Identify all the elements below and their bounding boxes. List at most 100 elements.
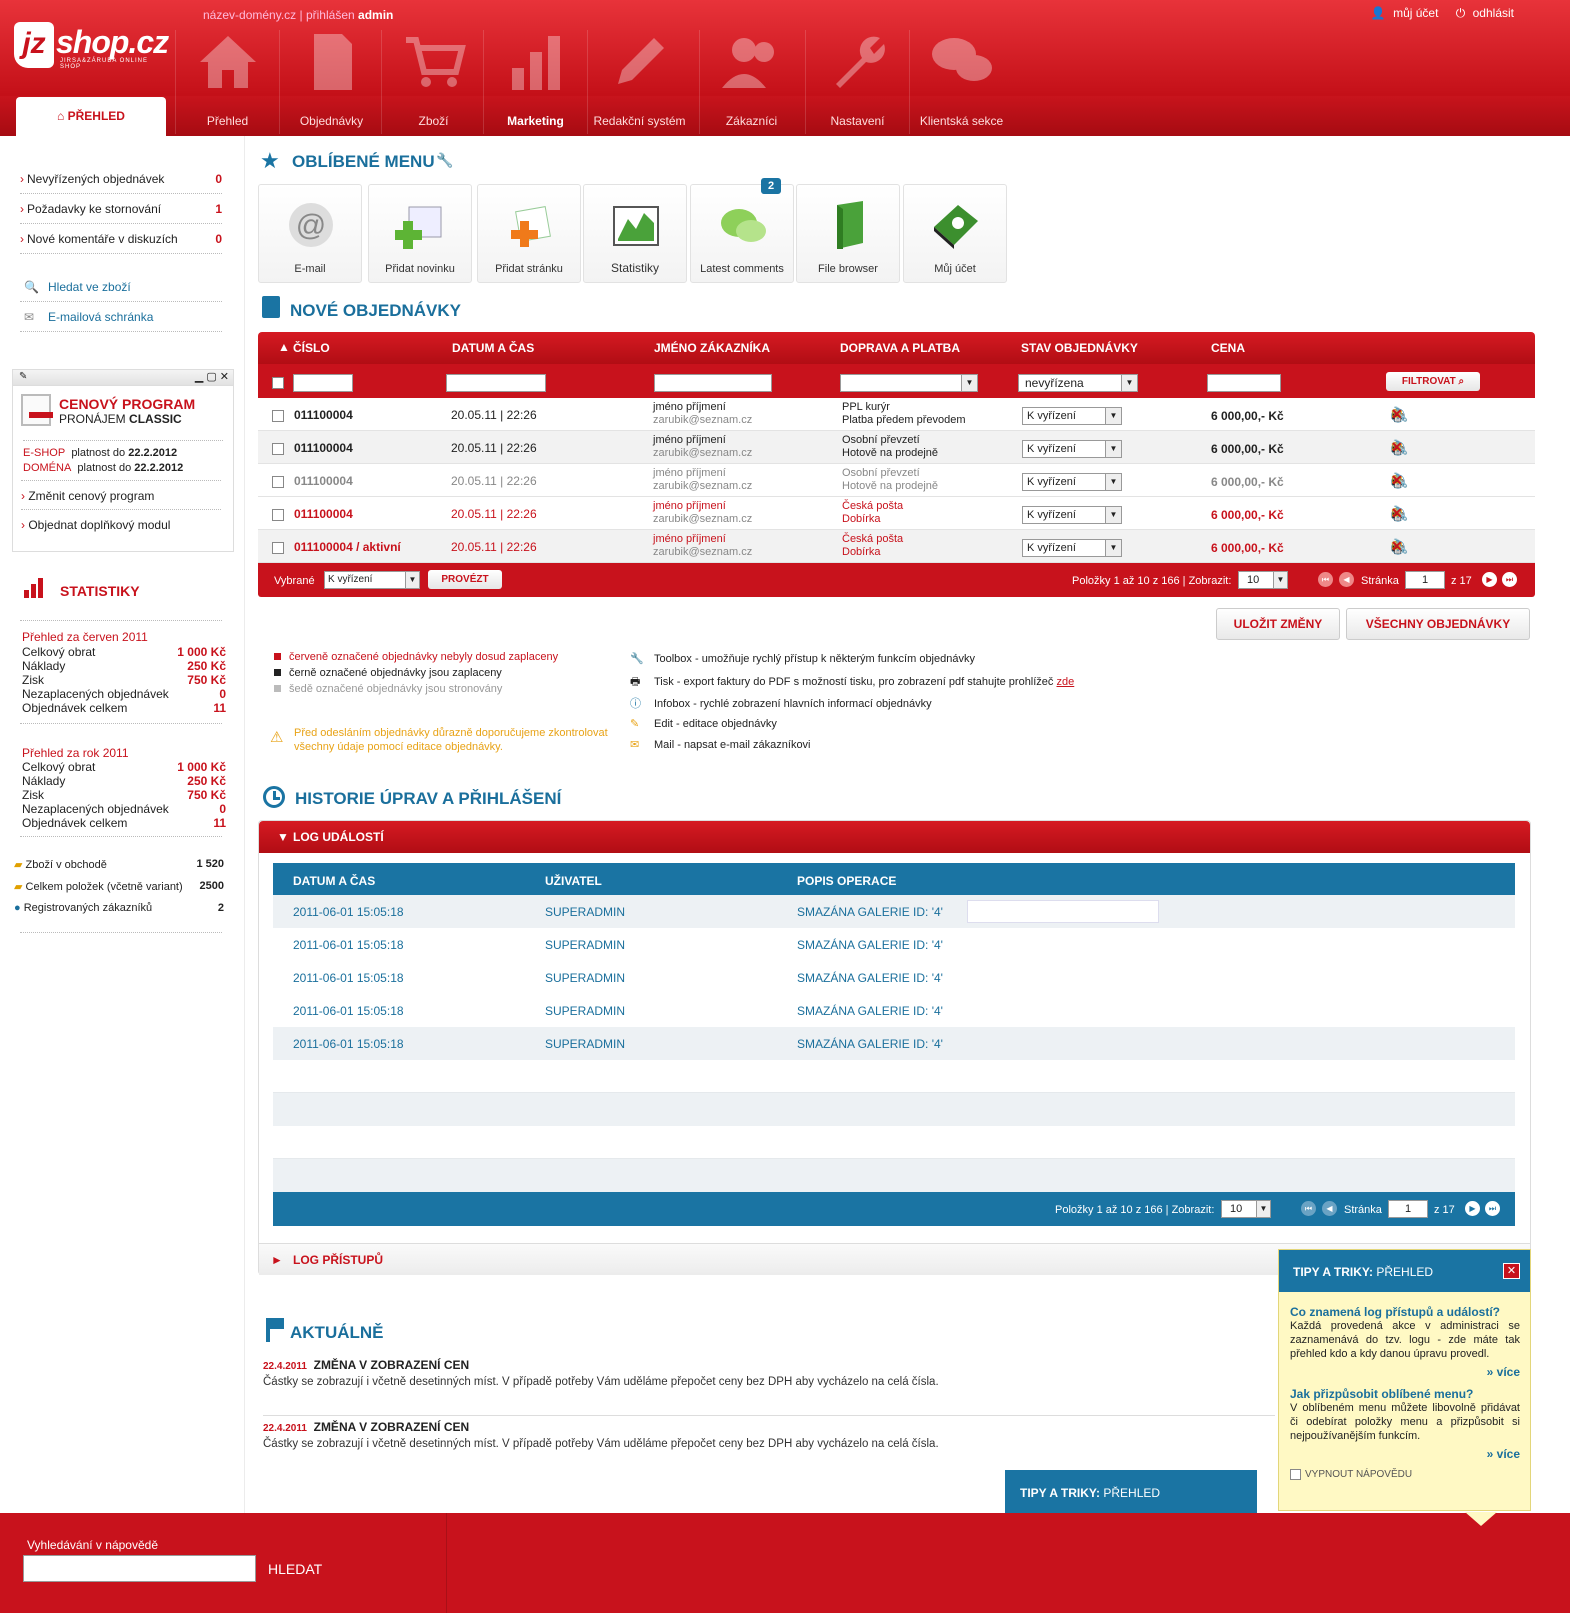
- row-checkbox[interactable]: [272, 509, 284, 521]
- filter-name-input[interactable]: [654, 374, 772, 392]
- nav-nastaveni[interactable]: Nastavení: [805, 30, 909, 134]
- delete-icon[interactable]: ✕: [1391, 472, 1409, 489]
- filter-shipping-select[interactable]: ▼: [840, 374, 978, 392]
- logo[interactable]: jz shop.cz JIRSA&ZÁRUBA ONLINE SHOP: [14, 22, 169, 70]
- filter-price-input[interactable]: [1207, 374, 1281, 392]
- first-page-icon[interactable]: ⏮: [1318, 572, 1333, 587]
- tips-collapsed-bar[interactable]: TIPY A TRIKY: PŘEHLED: [1005, 1470, 1257, 1528]
- sort-asc-icon[interactable]: ▲: [278, 340, 290, 354]
- row-checkbox[interactable]: [272, 542, 284, 554]
- per-page-select[interactable]: 10 ▼: [1221, 1200, 1271, 1218]
- col-header[interactable]: POPIS OPERACE: [797, 874, 896, 888]
- fav-latest-comments[interactable]: 2 Latest comments: [690, 178, 794, 283]
- prev-page-icon[interactable]: ◀: [1322, 1201, 1337, 1216]
- row-input[interactable]: [967, 900, 1159, 923]
- col-header[interactable]: ČÍSLO: [293, 341, 330, 355]
- order-state-select[interactable]: K vyřízení ▼: [1022, 440, 1122, 458]
- domain-name[interactable]: název-domény.cz: [203, 8, 296, 22]
- window-controls-icon[interactable]: ▁ ▢ ✕: [195, 370, 229, 383]
- nav-zbozi[interactable]: Zboží: [381, 30, 485, 134]
- fav-muj-ucet[interactable]: Můj účet: [903, 184, 1007, 283]
- delete-icon[interactable]: ✕: [1391, 538, 1409, 555]
- more-link[interactable]: » více: [1290, 1365, 1520, 1379]
- help-search-button[interactable]: HLEDAT: [268, 1561, 322, 1577]
- fav-statistiky[interactable]: Statistiky: [583, 184, 687, 283]
- order-state-select[interactable]: K vyřízení ▼: [1022, 539, 1122, 557]
- close-icon[interactable]: ✕: [1503, 1263, 1520, 1279]
- order-number[interactable]: 011100004 / aktivní: [294, 540, 401, 554]
- nav-klientska-sekce[interactable]: Klientská sekce: [909, 30, 1013, 134]
- my-account-link[interactable]: můj účet: [1393, 6, 1438, 20]
- row-checkbox[interactable]: [272, 476, 284, 488]
- save-changes-button[interactable]: ULOŽIT ZMĚNY: [1216, 608, 1340, 640]
- fav-email[interactable]: @ E-mail: [258, 184, 362, 283]
- fav-pridat-novinku[interactable]: Přidat novinku: [368, 184, 472, 283]
- disable-help-checkbox[interactable]: VYPNOUT NÁPOVĚDU: [1290, 1469, 1520, 1480]
- all-orders-button[interactable]: VŠECHNY OBJEDNÁVKY: [1346, 608, 1530, 640]
- order-state-select[interactable]: K vyřízení ▼: [1022, 473, 1122, 491]
- fav-file-browser[interactable]: File browser: [796, 184, 900, 283]
- page-input[interactable]: 1: [1405, 571, 1445, 589]
- nav-zakaznici[interactable]: Zákazníci: [699, 30, 803, 134]
- filter-button[interactable]: FILTROVAT ⌕: [1386, 372, 1480, 391]
- delete-icon[interactable]: ✕: [1391, 439, 1409, 456]
- tip-question[interactable]: Jak přizpůsobit oblíbené menu?: [1290, 1387, 1520, 1401]
- sidebar-counter-nevyrizene[interactable]: › Nevyřízených objednávek 0: [20, 164, 222, 194]
- first-page-icon[interactable]: ⏮: [1301, 1201, 1316, 1216]
- table-row[interactable]: 011100004 / aktivní 20.05.11 | 22:26 jmé…: [258, 530, 1535, 563]
- more-link[interactable]: » více: [1290, 1447, 1520, 1461]
- table-row[interactable]: 011100004 20.05.11 | 22:26 jméno příjmen…: [258, 431, 1535, 464]
- sidebar-counter-storno[interactable]: › Požadavky ke stornování 1: [20, 194, 222, 224]
- nav-marketing[interactable]: Marketing: [483, 30, 587, 134]
- logout-link[interactable]: odhlásit: [1473, 6, 1514, 20]
- table-row[interactable]: 011100004 20.05.11 | 22:26 jméno příjmen…: [258, 497, 1535, 530]
- filter-number-input[interactable]: [293, 374, 353, 392]
- table-row[interactable]: 011100004 20.05.11 | 22:26 jméno příjmen…: [258, 398, 1535, 431]
- page-input[interactable]: 1: [1388, 1200, 1428, 1218]
- filter-state-select[interactable]: nevyřízena ▼: [1018, 374, 1138, 392]
- sidebar-link-hledat[interactable]: 🔍 Hledat ve zboží: [20, 272, 222, 302]
- col-header[interactable]: DOPRAVA A PLATBA: [840, 341, 960, 355]
- col-header[interactable]: UŽIVATEL: [545, 874, 602, 888]
- col-header[interactable]: JMÉNO ZÁKAZNÍKA: [654, 341, 770, 355]
- help-search-input[interactable]: [23, 1555, 256, 1582]
- prev-page-icon[interactable]: ◀: [1339, 572, 1354, 587]
- sidebar-counter-komentare[interactable]: › Nové komentáře v diskuzích 0: [20, 224, 222, 254]
- col-header[interactable]: CENA: [1211, 341, 1245, 355]
- select-all-checkbox[interactable]: [272, 377, 284, 389]
- order-number[interactable]: 011100004: [294, 507, 353, 521]
- filter-date-input[interactable]: [446, 374, 546, 392]
- bulk-state-select[interactable]: K vyřízení ▼: [324, 571, 420, 589]
- edit-icon[interactable]: ✎: [19, 371, 27, 382]
- download-link[interactable]: zde: [1057, 676, 1075, 688]
- next-page-icon[interactable]: ▶: [1465, 1201, 1480, 1216]
- nav-objednavky[interactable]: Objednávky: [279, 30, 383, 134]
- per-page-select[interactable]: 10 ▼: [1238, 571, 1288, 589]
- row-checkbox[interactable]: [272, 443, 284, 455]
- nav-prehled[interactable]: Přehled: [175, 30, 279, 134]
- delete-icon[interactable]: ✕: [1391, 406, 1409, 423]
- tip-question[interactable]: Co znamená log přístupů a událostí?: [1290, 1305, 1520, 1319]
- last-page-icon[interactable]: ⏭: [1502, 572, 1517, 587]
- col-header[interactable]: DATUM A ČAS: [452, 341, 534, 355]
- apply-button[interactable]: PROVÉZT: [428, 570, 502, 589]
- order-state-select[interactable]: K vyřízení ▼: [1022, 506, 1122, 524]
- wrench-icon[interactable]: 🔧: [436, 152, 453, 169]
- sidebar-link-email[interactable]: ✉ E-mailová schránka: [20, 302, 222, 332]
- tab-prehled[interactable]: ⌂ PŘEHLED: [16, 97, 166, 136]
- row-checkbox[interactable]: [272, 410, 284, 422]
- order-number[interactable]: 011100004: [294, 408, 353, 422]
- order-module-link[interactable]: › Objednat doplňkový modul: [21, 510, 221, 540]
- col-header[interactable]: STAV OBJEDNÁVKY: [1021, 341, 1138, 355]
- table-row[interactable]: 011100004 20.05.11 | 22:26 jméno příjmen…: [258, 464, 1535, 497]
- change-program-link[interactable]: › Změnit cenový program: [21, 480, 221, 510]
- nav-redakcni-system[interactable]: Redakční systém: [587, 30, 691, 134]
- order-number[interactable]: 011100004: [294, 441, 353, 455]
- last-page-icon[interactable]: ⏭: [1485, 1201, 1500, 1216]
- col-header[interactable]: DATUM A ČAS: [293, 874, 375, 888]
- next-page-icon[interactable]: ▶: [1482, 572, 1497, 587]
- log-events-header[interactable]: ▼ LOG UDÁLOSTÍ: [259, 821, 1530, 853]
- delete-icon[interactable]: ✕: [1391, 505, 1409, 522]
- fav-pridat-stranku[interactable]: Přidat stránku: [477, 184, 581, 283]
- order-number[interactable]: 011100004: [294, 474, 353, 488]
